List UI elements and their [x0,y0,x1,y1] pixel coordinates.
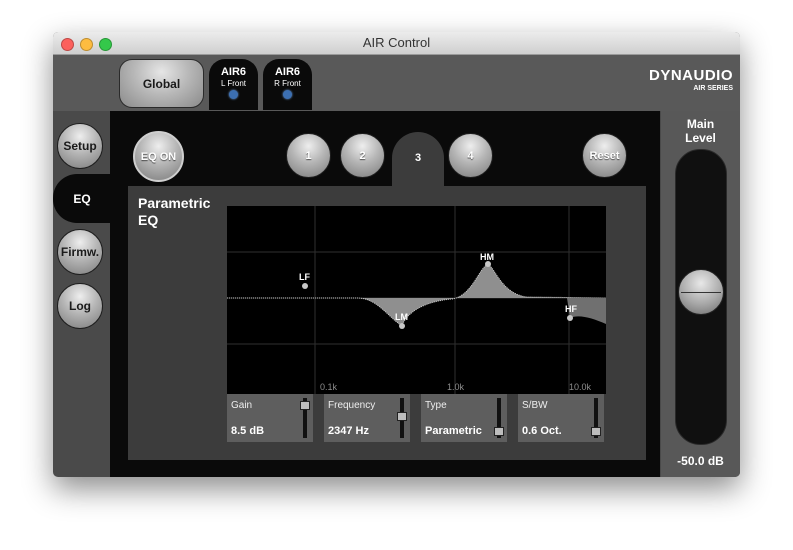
eq-point-lm-label: LM [395,312,408,322]
eq-on-button[interactable]: EQ ON [133,131,184,182]
x-tick-label: 1.0k [447,382,465,392]
status-indicator-icon [229,90,238,99]
device-name: AIR6 [274,66,301,78]
sidebar-item-log[interactable]: Log [57,283,103,329]
device-position: R Front [274,79,301,88]
eq-point-hf[interactable]: HF [565,304,577,321]
eq-point-lf-label: LF [299,272,310,282]
thumb-center-line [681,292,721,294]
gain-control[interactable]: Gain 8.5 dB [227,394,313,442]
x-tick-label: 0.1k [320,382,338,392]
eq-curve-fill [227,264,606,326]
frequency-value: 2347 Hz [328,425,369,437]
main-level-label-line1: Main [686,117,715,131]
band-4-button[interactable]: 4 [448,133,493,178]
eq-title-line2: EQ [138,212,159,228]
eq-curve-line [227,263,606,327]
sidebar-item-eq[interactable]: EQ [53,174,111,223]
app-window: AIR Control Global AIR6 L Front AIR6 R F… [53,32,740,477]
device-tab-r-front[interactable]: AIR6 R Front [263,59,312,110]
device-tab-l-front[interactable]: AIR6 L Front [209,59,258,110]
eq-point-hm[interactable]: HM [480,252,494,267]
title-bar: AIR Control [53,32,740,55]
frequency-label: Frequency [328,400,376,411]
device-position: L Front [220,79,247,88]
band-2-button[interactable]: 2 [340,133,385,178]
gain-slider-thumb[interactable] [300,401,310,411]
sidebar-item-setup[interactable]: Setup [57,123,103,169]
frequency-slider-thumb[interactable] [397,411,407,421]
eq-graph[interactable]: LF LM HM HF 0.1k 1.0k 10.0k [227,206,606,394]
status-indicator-icon [283,90,292,99]
eq-point-hm-label: HM [480,252,494,262]
brand-logo: DYNAUDIO AIR SERIES [623,68,733,98]
eq-title: Parametric EQ [138,195,210,229]
eq-title-line1: Parametric [138,195,211,211]
main-level-value: -50.0 dB [677,454,724,468]
sbw-value: 0.6 Oct. [522,425,562,437]
band-1-button[interactable]: 1 [286,133,331,178]
main-level-slider[interactable] [675,149,727,445]
gain-value: 8.5 dB [231,425,265,437]
window-title: AIR Control [362,35,431,50]
sbw-control[interactable]: S/BW 0.6 Oct. [518,394,604,442]
main-level-title: Main Level [661,117,740,145]
band-3-tab[interactable]: 3 [392,132,444,187]
type-label: Type [425,400,447,411]
brand-series: AIR SERIES [693,85,733,92]
gain-label: Gain [231,400,253,411]
global-button[interactable]: Global [119,59,204,108]
brand-name: DYNAUDIO [648,67,733,84]
reset-button[interactable]: Reset [582,133,627,178]
x-tick-label: 10.0k [569,382,592,392]
sbw-slider-thumb[interactable] [591,427,601,437]
eq-response-plot: LF LM HM HF [227,206,606,394]
eq-point-hf-label: HF [565,304,577,314]
frequency-control[interactable]: Frequency 2347 Hz [324,394,410,442]
main-level-label-line2: Level [685,131,716,145]
eq-point-lf[interactable]: LF [299,272,310,289]
device-name: AIR6 [220,66,247,78]
main-level-slider-thumb[interactable] [678,269,724,316]
type-value: Parametric [425,425,482,437]
eq-point-lm[interactable]: LM [395,312,408,329]
sidebar-item-firmware[interactable]: Firmw. [57,229,103,275]
type-control[interactable]: Type Parametric [421,394,507,442]
sbw-label: S/BW [522,400,548,411]
type-slider-thumb[interactable] [494,427,504,437]
